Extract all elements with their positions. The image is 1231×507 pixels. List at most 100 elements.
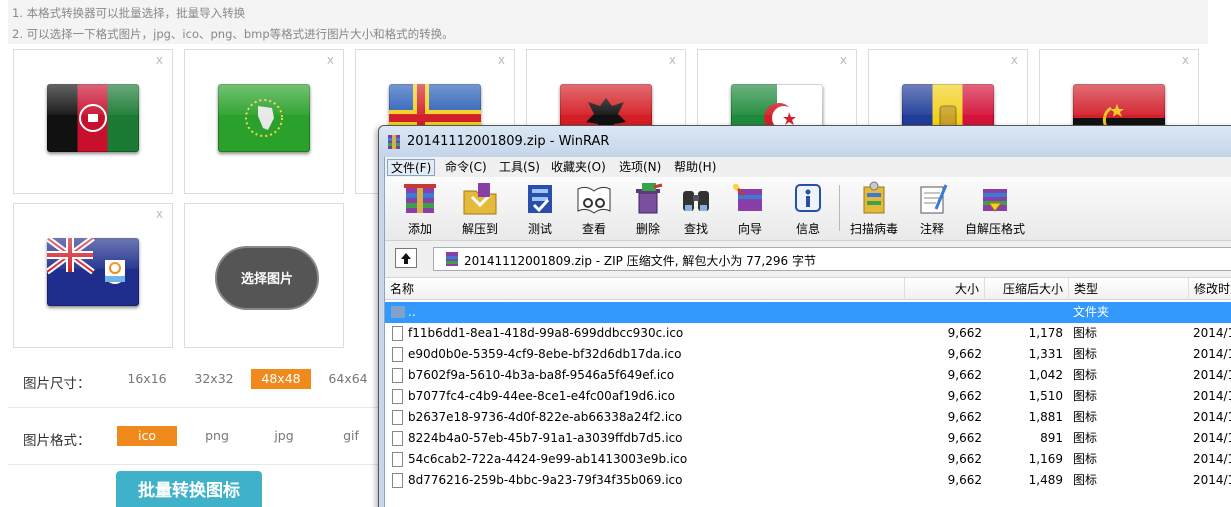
screen: 1. 本格式转换器可以批量选择，批量导入转换 2. 可以选择一下格式图片，jpg… bbox=[0, 0, 1231, 507]
up-arrow-icon bbox=[401, 253, 411, 264]
file-type: 图标 bbox=[1073, 347, 1098, 361]
file-row[interactable]: 8d776216-259b-4bbc-9a23-79f34f35b069.ico… bbox=[385, 470, 1231, 491]
format-option-ico-selected[interactable]: ico bbox=[117, 426, 177, 446]
add-archive-icon bbox=[404, 184, 436, 213]
toolbar-test-button[interactable]: 测试 bbox=[513, 181, 567, 239]
format-option-gif[interactable]: gif bbox=[321, 426, 381, 446]
parent-folder-row[interactable]: .. 文件夹 bbox=[385, 302, 1231, 323]
winrar-app-icon bbox=[388, 135, 400, 149]
row-type: 文件夹 bbox=[1073, 305, 1110, 319]
toolbar-comment-button[interactable]: 注释 bbox=[905, 181, 959, 239]
afghanistan-flag-icon bbox=[47, 84, 139, 152]
file-name: 54c6cab2-722a-4424-9e99-ab1413003e9b.ico bbox=[408, 452, 688, 466]
file-name: 8d776216-259b-4bbc-9a23-79f34f35b069.ico bbox=[408, 473, 683, 487]
toolbar-label: 查看 bbox=[581, 222, 606, 236]
test-archive-icon bbox=[528, 185, 552, 213]
remove-icon[interactable]: x bbox=[1011, 54, 1018, 66]
column-type[interactable]: 类型 bbox=[1069, 278, 1189, 300]
image-tile-anguilla[interactable]: x bbox=[13, 203, 173, 348]
file-type: 图标 bbox=[1073, 326, 1098, 340]
delete-trash-icon bbox=[636, 183, 663, 214]
anguilla-flag-icon bbox=[47, 238, 139, 306]
remove-icon[interactable]: x bbox=[669, 54, 676, 66]
menu-help[interactable]: 帮助(H) bbox=[671, 159, 719, 176]
file-modified: 2014/1 bbox=[1193, 473, 1231, 487]
file-row[interactable]: 8224b4a0-57eb-45b7-91a1-a3039ffdb7d5.ico… bbox=[385, 428, 1231, 449]
comment-note-icon bbox=[920, 184, 948, 214]
size-option-32[interactable]: 32x32 bbox=[184, 369, 244, 389]
window-body: 文件(F) 命令(C) 工具(S) 收藏夹(O) 选项(N) 帮助(H) 添加 … bbox=[384, 157, 1231, 507]
path-field[interactable]: 20141112001809.zip - ZIP 压缩文件, 解包大小为 77,… bbox=[433, 247, 1231, 271]
file-icon bbox=[392, 473, 403, 488]
toolbar-extract-button[interactable]: 解压到 bbox=[453, 181, 507, 239]
file-icon bbox=[392, 326, 403, 341]
toolbar-sfx-button[interactable]: 自解压格式 bbox=[963, 181, 1027, 239]
file-icon bbox=[392, 347, 403, 362]
menu-options[interactable]: 选项(N) bbox=[616, 159, 664, 176]
remove-icon[interactable]: x bbox=[840, 54, 847, 66]
file-row[interactable]: f11b6dd1-8ea1-418d-99a8-699ddbcc930c.ico… bbox=[385, 323, 1231, 344]
conversion-options: 图片尺寸： 16x16 32x32 48x48 64x64 图片格式： ico … bbox=[8, 352, 388, 507]
size-option-48-selected[interactable]: 48x48 bbox=[251, 369, 311, 389]
toolbar-scan-button[interactable]: 扫描病毒 bbox=[847, 181, 901, 239]
toolbar-find-button[interactable]: 查找 bbox=[669, 181, 723, 239]
column-size[interactable]: 大小 bbox=[905, 278, 985, 300]
remove-icon[interactable]: x bbox=[498, 54, 505, 66]
file-row[interactable]: b7602f9a-5610-4b3a-ba8f-9546a5f649ef.ico… bbox=[385, 365, 1231, 386]
remove-icon[interactable]: x bbox=[156, 54, 163, 66]
window-titlebar[interactable]: 20141112001809.zip - WinRAR bbox=[379, 126, 1231, 157]
file-size: 9,662 bbox=[947, 347, 982, 361]
remove-icon[interactable]: x bbox=[327, 54, 334, 66]
toolbar-label: 解压到 bbox=[461, 222, 498, 236]
address-bar: 20141112001809.zip - ZIP 压缩文件, 解包大小为 77,… bbox=[385, 244, 1231, 273]
format-option-jpg[interactable]: jpg bbox=[254, 426, 314, 446]
file-size: 9,662 bbox=[947, 452, 982, 466]
file-icon bbox=[392, 368, 403, 383]
image-tile-afghanistan[interactable]: x bbox=[13, 49, 173, 194]
size-option-64[interactable]: 64x64 bbox=[318, 369, 378, 389]
toolbar-view-button[interactable]: 查看 bbox=[567, 181, 621, 239]
column-modified[interactable]: 修改时 bbox=[1189, 278, 1231, 300]
toolbar-delete-button[interactable]: 删除 bbox=[621, 181, 675, 239]
toolbar: 添加 解压到 测试 查看 删除 查找 向导 信息 扫描病毒 注释 自解压格式 bbox=[385, 177, 1231, 241]
toolbar-add-button[interactable]: 添加 bbox=[393, 181, 447, 239]
file-name: e90d0b0e-5359-4cf9-8ebe-bf32d6db17da.ico bbox=[408, 347, 682, 361]
menu-file[interactable]: 文件(F) bbox=[387, 159, 436, 176]
file-row[interactable]: b7077fc4-c4b9-44ee-8ce1-e4fc00af19d6.ico… bbox=[385, 386, 1231, 407]
self-extracting-icon bbox=[983, 189, 1007, 212]
file-packed-size: 1,042 bbox=[1028, 368, 1063, 382]
select-image-button[interactable]: 选择图片 bbox=[215, 246, 319, 310]
file-name: 8224b4a0-57eb-45b7-91a1-a3039ffdb7d5.ico bbox=[408, 431, 683, 445]
toolbar-label: 测试 bbox=[527, 222, 552, 236]
column-packed[interactable]: 压缩后大小 bbox=[985, 278, 1069, 300]
file-row[interactable]: e90d0b0e-5359-4cf9-8ebe-bf32d6db17da.ico… bbox=[385, 344, 1231, 365]
size-option-16[interactable]: 16x16 bbox=[117, 369, 177, 389]
file-row[interactable]: 54c6cab2-722a-4424-9e99-ab1413003e9b.ico… bbox=[385, 449, 1231, 470]
remove-icon[interactable]: x bbox=[156, 208, 163, 220]
menu-tools[interactable]: 工具(S) bbox=[496, 159, 543, 176]
divider bbox=[8, 464, 388, 465]
list-header: 名称 大小 压缩后大小 类型 修改时 bbox=[385, 278, 1231, 300]
remove-icon[interactable]: x bbox=[1182, 54, 1189, 66]
window-title: 20141112001809.zip - WinRAR bbox=[407, 134, 610, 149]
batch-convert-button[interactable]: 批量转换图标 bbox=[116, 471, 262, 507]
file-row[interactable]: b2637e18-9736-4d0f-822e-ab66338a24f2.ico… bbox=[385, 407, 1231, 428]
menu-favorites[interactable]: 收藏夹(O) bbox=[548, 159, 609, 176]
toolbar-label: 注释 bbox=[919, 222, 944, 236]
wizard-icon bbox=[732, 183, 762, 211]
file-name: b7602f9a-5610-4b3a-ba8f-9546a5f649ef.ico bbox=[408, 368, 675, 382]
virus-scan-icon bbox=[863, 181, 885, 214]
menu-commands[interactable]: 命令(C) bbox=[442, 159, 490, 176]
file-type: 图标 bbox=[1073, 389, 1098, 403]
folder-icon bbox=[391, 306, 405, 318]
format-option-png[interactable]: png bbox=[187, 426, 247, 446]
toolbar-wizard-button[interactable]: 向导 bbox=[723, 181, 777, 239]
up-folder-button[interactable] bbox=[395, 248, 417, 268]
file-size: 9,662 bbox=[947, 368, 982, 382]
image-tile-african-union[interactable]: x bbox=[184, 49, 344, 194]
toolbar-label: 查找 bbox=[683, 222, 708, 236]
instructions-panel: 1. 本格式转换器可以批量选择，批量导入转换 2. 可以选择一下格式图片，jpg… bbox=[8, 0, 1208, 44]
toolbar-info-button[interactable]: 信息 bbox=[781, 181, 835, 239]
file-modified: 2014/1 bbox=[1193, 326, 1231, 340]
column-name[interactable]: 名称 bbox=[385, 278, 905, 300]
